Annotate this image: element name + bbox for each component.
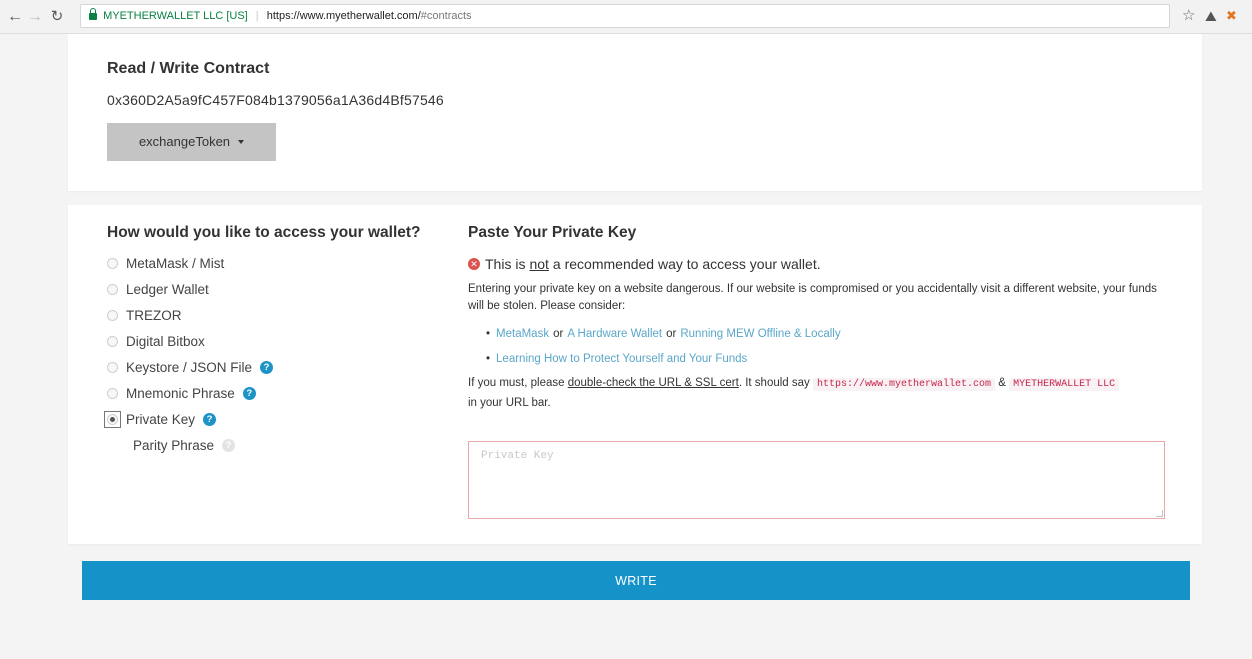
extension-icon[interactable]: ⛰ bbox=[1205, 8, 1217, 24]
list-item: MetaMask or A Hardware Wallet or Running… bbox=[486, 321, 841, 346]
ssl-amp: & bbox=[995, 377, 1010, 389]
url-host: https://www.myetherwallet.com/ bbox=[266, 10, 421, 22]
option-ledger[interactable]: Ledger Wallet bbox=[107, 276, 273, 302]
forward-arrow-icon[interactable]: → bbox=[26, 8, 44, 26]
error-x-icon: ✕ bbox=[468, 258, 480, 270]
warning-post: a recommended way to access your wallet. bbox=[552, 256, 821, 272]
warning-body: Entering your private key on a website d… bbox=[468, 283, 1157, 312]
contract-title: Read / Write Contract bbox=[107, 60, 270, 77]
certificate-name: MYETHERWALLET LLC [US] bbox=[103, 10, 248, 22]
radio-icon[interactable] bbox=[107, 283, 118, 295]
help-icon[interactable]: ? bbox=[242, 386, 256, 400]
help-icon[interactable]: ? bbox=[203, 412, 217, 426]
ssl-cert-link[interactable]: double-check the URL & SSL cert bbox=[568, 377, 739, 389]
private-key-title: Paste Your Private Key bbox=[468, 224, 637, 241]
ssl-mid: . It should say bbox=[738, 377, 813, 389]
ssl-instructions: If you must, please double-check the URL… bbox=[468, 374, 1178, 412]
help-icon[interactable]: ? bbox=[260, 360, 274, 374]
radio-focus-box bbox=[104, 410, 121, 428]
help-icon[interactable]: ? bbox=[222, 438, 236, 452]
warning-pre: This is bbox=[485, 256, 526, 272]
bookmark-star-icon[interactable]: ☆ bbox=[1182, 8, 1195, 24]
option-label: Ledger Wallet bbox=[126, 281, 209, 297]
hardware-wallet-link[interactable]: A Hardware Wallet bbox=[567, 328, 662, 340]
url-code-chip: https://www.myetherwallet.com bbox=[812, 378, 996, 391]
recommendation-links: MetaMask or A Hardware Wallet or Running… bbox=[486, 321, 841, 371]
option-mnemonic[interactable]: Mnemonic Phrase ? bbox=[107, 380, 273, 406]
write-button[interactable]: WRITE bbox=[82, 561, 1190, 600]
option-label: MetaMask / Mist bbox=[126, 255, 225, 271]
option-label: Mnemonic Phrase bbox=[126, 385, 235, 401]
lock-icon bbox=[89, 8, 97, 20]
private-key-input[interactable] bbox=[468, 441, 1165, 519]
radio-icon[interactable] bbox=[107, 361, 118, 373]
url-separator: | bbox=[255, 10, 259, 22]
contract-panel: Read / Write Contract 0x360D2A5a9fC457F0… bbox=[68, 34, 1202, 191]
warning-not: not bbox=[529, 256, 549, 272]
ssl-pre: If you must, please bbox=[468, 377, 568, 389]
reload-icon[interactable]: ↻ bbox=[48, 8, 66, 26]
url-path: #contracts bbox=[420, 10, 472, 22]
option-label: TREZOR bbox=[126, 307, 182, 323]
option-label: Digital Bitbox bbox=[126, 333, 205, 349]
option-private-key[interactable]: Private Key ? bbox=[104, 406, 273, 432]
function-selected-label: exchangeToken bbox=[138, 134, 231, 149]
private-key-warning: ✕ This is not a recommended way to acces… bbox=[468, 256, 821, 272]
metamask-link[interactable]: MetaMask bbox=[496, 328, 549, 340]
caret-down-icon bbox=[238, 140, 245, 144]
contract-address: 0x360D2A5a9fC457F084b1379056a1A36d4Bf575… bbox=[107, 92, 444, 108]
option-metamask[interactable]: MetaMask / Mist bbox=[107, 250, 273, 276]
radio-icon[interactable] bbox=[107, 309, 118, 321]
ssl-post: in your URL bar. bbox=[468, 397, 551, 409]
list-item: Learning How to Protect Yourself and You… bbox=[486, 346, 841, 371]
radio-icon[interactable] bbox=[107, 335, 118, 347]
address-bar[interactable]: MYETHERWALLET LLC [US] | https://www.mye… bbox=[80, 4, 1170, 28]
llc-code-chip: MYETHERWALLET LLC bbox=[1009, 378, 1120, 391]
option-digital-bitbox[interactable]: Digital Bitbox bbox=[107, 328, 273, 354]
metamask-fox-icon[interactable]: ✖ bbox=[1226, 8, 1237, 24]
option-label: Keystore / JSON File bbox=[126, 359, 253, 375]
or-text: or bbox=[666, 327, 677, 340]
radio-icon[interactable] bbox=[107, 387, 118, 399]
option-trezor[interactable]: TREZOR bbox=[107, 302, 273, 328]
browser-toolbar: ← → ↻ MYETHERWALLET LLC [US] | https://w… bbox=[0, 0, 1252, 34]
access-options-list: MetaMask / Mist Ledger Wallet TREZOR Dig… bbox=[104, 250, 274, 458]
wallet-access-panel: How would you like to access your wallet… bbox=[68, 205, 1202, 544]
radio-checked-icon[interactable] bbox=[107, 413, 118, 425]
run-offline-link[interactable]: Running MEW Offline & Locally bbox=[680, 328, 840, 340]
option-parity-phrase[interactable]: Parity Phrase ? bbox=[107, 432, 273, 458]
option-label: Private Key bbox=[126, 411, 196, 427]
function-dropdown[interactable]: exchangeToken bbox=[107, 123, 276, 161]
protect-yourself-link[interactable]: Learning How to Protect Yourself and You… bbox=[496, 353, 747, 365]
option-keystore[interactable]: Keystore / JSON File ? bbox=[107, 354, 274, 380]
back-arrow-icon[interactable]: ← bbox=[6, 8, 24, 26]
access-title: How would you like to access your wallet… bbox=[107, 224, 421, 241]
or-text: or bbox=[553, 327, 564, 340]
radio-icon[interactable] bbox=[107, 257, 118, 269]
resize-handle-icon[interactable] bbox=[1156, 510, 1163, 517]
option-label: Parity Phrase bbox=[133, 437, 215, 453]
